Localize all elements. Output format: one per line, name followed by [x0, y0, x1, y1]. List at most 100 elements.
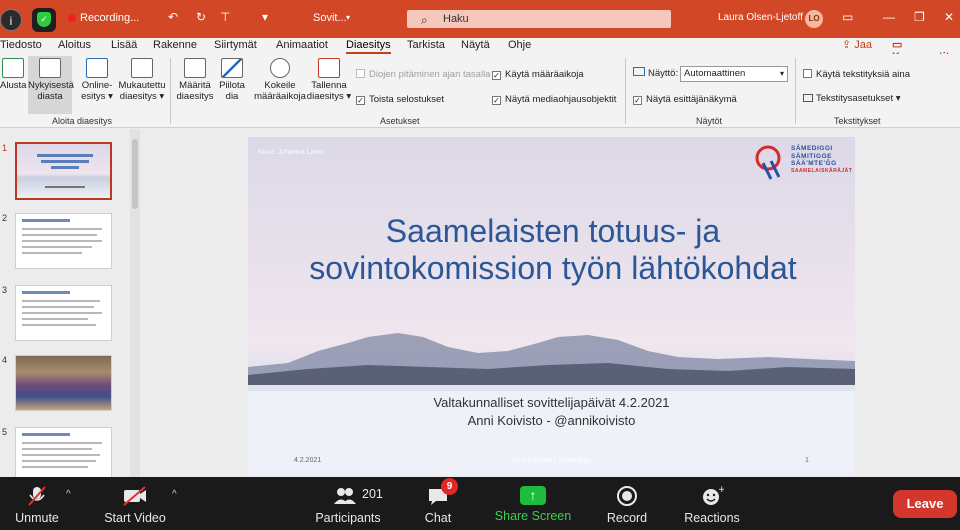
- share-button[interactable]: ⇪ Jaa: [842, 38, 872, 51]
- thumbnail-number: 5: [2, 427, 8, 437]
- timer-icon: [270, 58, 290, 78]
- scrollbar-thumb[interactable]: [132, 139, 138, 209]
- security-shield-icon[interactable]: ✓: [32, 8, 56, 32]
- slide-subtitle-event: Valtakunnalliset sovittelijapäivät 4.2.2…: [433, 395, 670, 410]
- show-media-controls-checkbox[interactable]: ✓ Näytä mediaohjausobjektit: [492, 94, 616, 105]
- file-title[interactable]: Sovit...: [313, 12, 347, 24]
- custom-show-icon: [131, 58, 153, 78]
- present-icon[interactable]: ⊤: [220, 10, 230, 24]
- redo-icon[interactable]: ↻: [196, 10, 206, 24]
- restore-icon[interactable]: ❐: [914, 10, 925, 24]
- group-label-setup: Asetukset: [380, 116, 420, 126]
- video-options-chevron-icon[interactable]: ^: [172, 489, 177, 500]
- slide-number: 1: [805, 457, 809, 464]
- camera-off-icon: [98, 485, 172, 507]
- chevron-down-icon[interactable]: ▾: [346, 13, 350, 22]
- slide-thumbnail-2[interactable]: [15, 213, 112, 269]
- tab-insert[interactable]: Lisää: [111, 39, 137, 51]
- share-screen-button[interactable]: ↑ Share Screen: [490, 485, 576, 523]
- slide-thumbnail-3[interactable]: [15, 285, 112, 341]
- leave-button[interactable]: Leave: [893, 490, 957, 518]
- tab-design[interactable]: Rakenne: [153, 39, 197, 51]
- thumbnails-scrollbar[interactable]: [130, 129, 140, 477]
- title-bar: i ✓ Recording... ↶ ↻ ⊤ ▾ Sovit... ▾ ⌕ Ha…: [0, 0, 960, 38]
- unmute-button[interactable]: Unmute: [8, 485, 66, 525]
- hide-slide-icon: [221, 58, 243, 78]
- tab-slideshow[interactable]: Diaesitys: [346, 39, 391, 54]
- from-start-button[interactable]: Alusta: [0, 58, 26, 91]
- recording-indicator[interactable]: Recording...: [68, 12, 139, 24]
- zoom-meeting-controls: Unmute ^ Start Video ^ Participants 201 …: [0, 477, 960, 530]
- presenter-view-checkbox[interactable]: ✓ Näytä esittäjänäkymä: [633, 94, 737, 105]
- photo-credit: Kuva: Johanna Laiho: [258, 149, 324, 156]
- slide-canvas[interactable]: Kuva: Johanna Laiho SÁMEDIGGI SÄMITIGGE …: [248, 137, 855, 475]
- slide-thumbnail-4[interactable]: [15, 355, 112, 411]
- monitor-icon: [633, 67, 645, 76]
- thumbnail-number: 3: [2, 285, 8, 295]
- user-name[interactable]: Laura Olsen-Ljetoff: [718, 12, 803, 23]
- record-button[interactable]: Record: [600, 485, 654, 525]
- ribbon-divider: [795, 58, 796, 124]
- rehearse-timings-button[interactable]: Kokeile määräaikoja: [254, 58, 306, 102]
- thumbnail-number: 4: [2, 355, 8, 365]
- chat-unread-badge: 9: [441, 478, 458, 495]
- ribbon-display-icon[interactable]: ▭: [842, 10, 853, 24]
- hide-slide-button[interactable]: Piilota dia: [216, 58, 248, 102]
- subtitles-icon: [803, 94, 813, 102]
- minimize-icon[interactable]: —: [883, 10, 895, 24]
- group-label-captions: Tekstitykset: [834, 116, 881, 126]
- monitor-select[interactable]: Automaattinen ▾: [680, 66, 788, 82]
- monitor-label: Näyttö:: [648, 68, 679, 79]
- play-narrations-checkbox[interactable]: ✓ Toista selostukset: [356, 94, 444, 105]
- info-icon[interactable]: i: [0, 9, 22, 31]
- play-from-start-icon: [2, 58, 24, 78]
- chevron-down-icon: ▾: [779, 69, 784, 78]
- group-label-monitors: Näytöt: [696, 116, 723, 126]
- smiley-plus-icon: +: [680, 485, 744, 507]
- slide-footer-text: Anni Koivisto | Sámediggi: [511, 457, 592, 464]
- slide-title: Saamelaisten totuus- ja sovintokomission…: [309, 213, 797, 286]
- tab-transitions[interactable]: Siirtymät: [214, 39, 257, 51]
- participants-count: 201: [362, 487, 383, 501]
- search-input[interactable]: ⌕ Haku: [407, 10, 671, 28]
- thumbnail-number: 2: [2, 213, 8, 223]
- avatar[interactable]: LO: [805, 10, 823, 28]
- ribbon-divider: [170, 58, 171, 124]
- use-timings-checkbox[interactable]: ✓ Käytä määräaikoja: [492, 69, 584, 80]
- samediggi-logo: SÁMEDIGGI SÄMITIGGE SÄÄ'MTE'ĞG SAAMELAIS…: [753, 143, 853, 183]
- tab-help[interactable]: Ohje: [508, 39, 531, 51]
- current-slide-icon: [39, 58, 61, 78]
- record-icon: [600, 485, 654, 507]
- always-use-subtitles-checkbox[interactable]: Käytä tekstityksiä aina: [803, 69, 910, 80]
- setup-icon: [184, 58, 206, 78]
- online-presentation-button[interactable]: Online- esitys ▾: [78, 58, 116, 102]
- recording-dot-icon: [68, 14, 76, 23]
- microphone-muted-icon: [8, 485, 66, 507]
- record-slideshow-button[interactable]: Tallenna diaesitys ▾: [306, 58, 352, 102]
- tab-file[interactable]: Tiedosto: [0, 39, 42, 51]
- group-label-start: Aloita diaesitys: [52, 116, 113, 126]
- custom-slideshow-button[interactable]: Mukautettu diaesitys ▾: [117, 58, 167, 102]
- audio-options-chevron-icon[interactable]: ^: [66, 489, 71, 500]
- tab-review[interactable]: Tarkista: [407, 39, 445, 51]
- subtitle-settings-button[interactable]: Tekstitysasetukset ▾: [803, 93, 901, 104]
- globe-icon: [86, 58, 108, 78]
- tab-home[interactable]: Aloitus: [58, 39, 91, 51]
- share-screen-arrow-icon: ↑: [520, 486, 546, 505]
- tab-animations[interactable]: Animaatiot: [276, 39, 328, 51]
- start-video-button[interactable]: Start Video: [98, 485, 172, 525]
- setup-slideshow-button[interactable]: Määritä diaesitys: [176, 58, 214, 102]
- close-icon[interactable]: ✕: [944, 10, 954, 24]
- ribbon: Alusta Nykyisestä diasta Online- esitys …: [0, 54, 960, 128]
- undo-icon[interactable]: ↶: [168, 10, 178, 24]
- from-current-slide-button[interactable]: Nykyisestä diasta: [28, 56, 74, 114]
- slide-thumbnails-panel: 1 2 3 4 5: [0, 129, 142, 483]
- samediggi-emblem-icon: [755, 145, 781, 180]
- ribbon-divider: [625, 58, 626, 124]
- slide-thumbnail-5[interactable]: [15, 427, 112, 483]
- thumbnail-number: 1: [2, 143, 8, 153]
- reactions-button[interactable]: + Reactions: [680, 485, 744, 525]
- tab-view[interactable]: Näytä: [461, 39, 490, 51]
- customize-toolbar-icon[interactable]: ▾: [262, 10, 268, 24]
- slide-thumbnail-1[interactable]: [15, 142, 112, 200]
